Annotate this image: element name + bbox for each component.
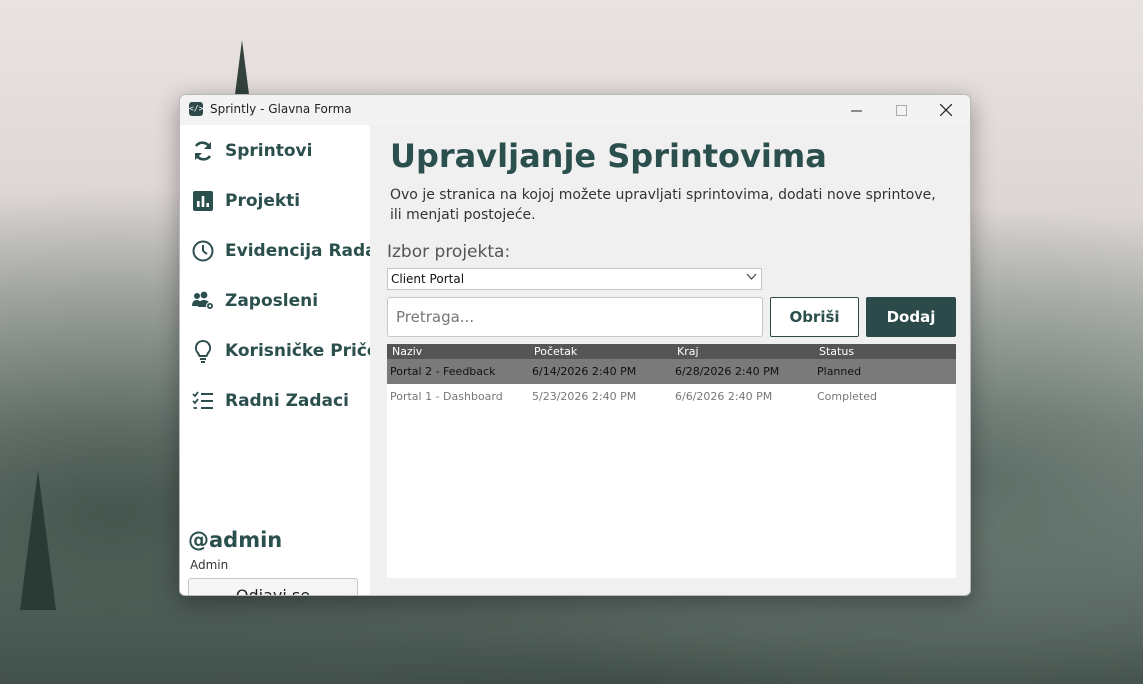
close-button[interactable] <box>923 95 969 125</box>
refresh-icon <box>191 139 215 163</box>
checklist-icon <box>191 389 215 413</box>
delete-button[interactable]: Obriši <box>770 297 859 337</box>
maximize-button[interactable] <box>878 95 924 125</box>
sprints-table[interactable]: Naziv Početak Kraj Status Portal 2 - Fee… <box>387 344 956 578</box>
sidebar-item-korisnicke-price[interactable]: Korisničke Priče <box>191 336 378 366</box>
sidebar-item-projekti[interactable]: Projekti <box>191 186 300 216</box>
project-select-value: Client Portal <box>391 272 465 286</box>
cell-pocetak: 6/14/2026 2:40 PM <box>532 365 637 378</box>
maximize-icon <box>895 104 907 116</box>
page-description: Ovo je stranica na kojoj možete upravlja… <box>390 187 936 223</box>
clock-icon <box>191 239 215 263</box>
background-tree <box>20 470 56 610</box>
cell-kraj: 6/28/2026 2:40 PM <box>675 365 780 378</box>
sidebar-item-label: Projekti <box>225 191 301 211</box>
cell-pocetak: 5/23/2026 2:40 PM <box>532 390 637 403</box>
cell-naziv: Portal 2 - Feedback <box>390 365 496 378</box>
sidebar-item-label: Evidencija Rada <box>225 241 377 261</box>
title-bar[interactable]: </> Sprintly - Glavna Forma <box>180 95 970 125</box>
close-icon <box>940 104 952 116</box>
table-header: Naziv Početak Kraj Status <box>387 344 956 359</box>
sidebar-item-label: Korisničke Priče <box>225 341 379 361</box>
sidebar-item-zaposleni[interactable]: Zaposleni <box>191 286 318 316</box>
cell-status: Completed <box>817 390 877 403</box>
cell-naziv: Portal 1 - Dashboard <box>390 390 503 403</box>
sidebar-item-radni-zadaci[interactable]: Radni Zadaci <box>191 386 349 416</box>
sidebar-item-label: Sprintovi <box>225 141 313 161</box>
column-header-pocetak[interactable]: Početak <box>534 345 577 358</box>
column-header-naziv[interactable]: Naziv <box>392 345 422 358</box>
minimize-icon <box>850 110 862 111</box>
cell-status: Planned <box>817 365 862 378</box>
user-handle: @admin <box>188 528 283 552</box>
sidebar-item-label: Radni Zadaci <box>225 391 349 411</box>
main-content: Upravljanje Sprintovima Ovo je stranica … <box>370 125 970 595</box>
sidebar-item-sprintovi[interactable]: Sprintovi <box>191 136 312 166</box>
add-button[interactable]: Dodaj <box>866 297 956 337</box>
sidebar-item-evidencija-rada[interactable]: Evidencija Rada <box>191 236 377 266</box>
sidebar-item-label: Zaposleni <box>225 291 319 311</box>
window-title: Sprintly - Glavna Forma <box>210 102 352 116</box>
minimize-button[interactable] <box>833 95 879 125</box>
cell-kraj: 6/6/2026 2:40 PM <box>675 390 773 403</box>
table-row[interactable]: Portal 1 - Dashboard 5/23/2026 2:40 PM 6… <box>387 384 956 409</box>
table-row[interactable]: Portal 2 - Feedback 6/14/2026 2:40 PM 6/… <box>387 359 956 384</box>
page-title: Upravljanje Sprintovima <box>390 137 827 175</box>
bar-chart-icon <box>191 189 215 213</box>
user-role: Admin <box>190 558 229 572</box>
app-icon: </> <box>189 102 203 116</box>
logout-button[interactable]: Odjavi se <box>188 578 358 595</box>
lightbulb-icon <box>191 339 215 363</box>
sidebar: Sprintovi Projekti Evidencija Rada Zapos… <box>180 125 378 595</box>
project-select-label: Izbor projekta: <box>387 242 511 262</box>
chevron-down-icon <box>746 271 757 285</box>
column-header-status[interactable]: Status <box>819 345 854 358</box>
column-header-kraj[interactable]: Kraj <box>677 345 699 358</box>
project-select[interactable]: Client Portal <box>387 268 762 290</box>
app-window: </> Sprintly - Glavna Forma Sprintovi Pr… <box>179 94 971 596</box>
search-input[interactable] <box>387 297 763 337</box>
users-icon <box>191 289 215 313</box>
